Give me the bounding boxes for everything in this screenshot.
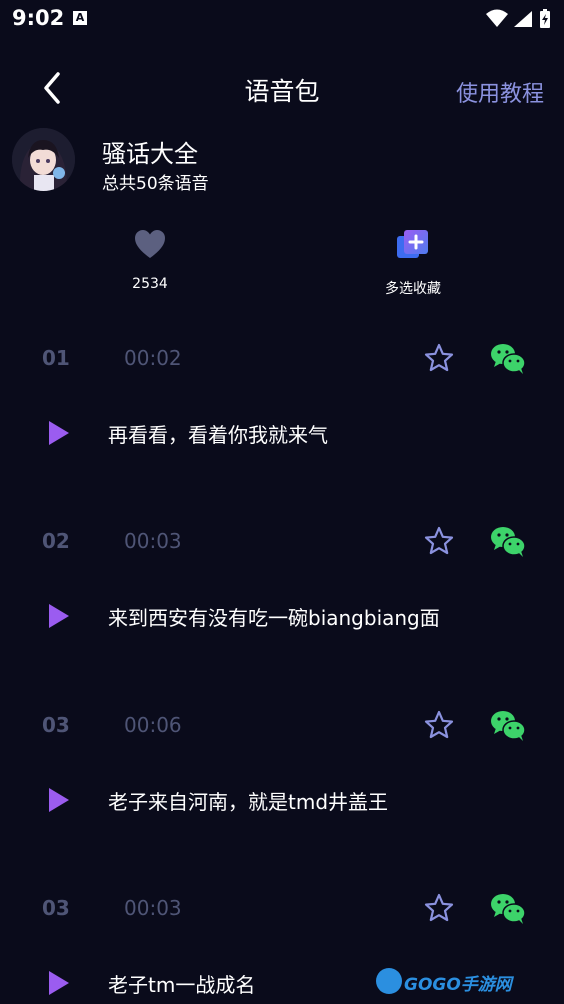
wechat-icon <box>491 344 526 374</box>
item-duration: 00:02 <box>124 346 182 370</box>
multi-select-favorite-button[interactable]: 多选收藏 <box>370 228 456 298</box>
favorite-star-button[interactable] <box>424 526 454 556</box>
share-wechat-button[interactable] <box>490 526 526 558</box>
item-number: 02 <box>42 529 70 553</box>
status-bar: 9:02 A <box>0 0 564 38</box>
like-button[interactable]: 2534 <box>110 228 190 292</box>
play-button[interactable] <box>47 602 71 630</box>
item-number: 03 <box>42 713 70 737</box>
voice-item: 01 00:02 再看看，看着你我就来气 <box>0 333 564 516</box>
play-button[interactable] <box>47 786 71 814</box>
star-icon <box>424 526 454 555</box>
item-duration: 00:03 <box>124 529 182 553</box>
star-icon <box>424 893 454 922</box>
voice-text[interactable]: 来到西安有没有吃一碗biangbiang面 <box>108 602 440 631</box>
voice-text[interactable]: 再看看，看着你我就来气 <box>108 419 328 448</box>
voice-text[interactable]: 老子tm一战成名 <box>108 969 255 998</box>
heart-icon <box>135 230 165 258</box>
like-count: 2534 <box>132 276 168 292</box>
item-duration: 00:03 <box>124 896 182 920</box>
status-icons <box>484 8 554 34</box>
signal-icon <box>514 11 532 27</box>
top-bar: 语音包 使用教程 <box>0 58 564 118</box>
item-number: 03 <box>42 896 70 920</box>
voice-item: 02 00:03 来到西安有没有吃一碗biangbiang面 <box>0 516 564 699</box>
share-wechat-button[interactable] <box>490 710 526 742</box>
watermark-logo <box>376 968 402 994</box>
voice-pack-count: 总共50条语音 <box>102 174 209 194</box>
play-button[interactable] <box>47 969 71 997</box>
voice-pack-name: 骚话大全 <box>102 140 198 168</box>
tutorial-link[interactable]: 使用教程 <box>456 76 544 108</box>
item-duration: 00:06 <box>124 713 182 737</box>
play-icon <box>49 421 69 445</box>
notification-icon: A <box>73 11 87 25</box>
voice-text[interactable]: 老子来自河南，就是tmd井盖王 <box>108 786 388 815</box>
star-icon <box>424 710 454 739</box>
wifi-icon <box>486 9 508 27</box>
favorite-star-button[interactable] <box>424 710 454 740</box>
watermark-text: GOGO手游网 <box>404 975 512 995</box>
share-wechat-button[interactable] <box>490 343 526 375</box>
play-icon <box>49 788 69 812</box>
multi-select-add-icon <box>397 230 428 258</box>
status-time: 9:02 <box>12 6 65 30</box>
favorite-star-button[interactable] <box>424 893 454 923</box>
play-icon <box>49 604 69 628</box>
item-number: 01 <box>42 346 70 370</box>
favorite-star-button[interactable] <box>424 343 454 373</box>
wechat-icon <box>491 894 526 924</box>
share-wechat-button[interactable] <box>490 893 526 925</box>
multi-select-label: 多选收藏 <box>385 281 441 297</box>
star-icon <box>424 343 454 372</box>
wechat-icon <box>491 527 526 557</box>
voice-item: 03 00:06 老子来自河南，就是tmd井盖王 <box>0 700 564 883</box>
play-icon <box>49 971 69 995</box>
play-button[interactable] <box>47 419 71 447</box>
avatar <box>12 128 75 191</box>
wechat-icon <box>491 711 526 741</box>
battery-icon <box>540 9 550 28</box>
